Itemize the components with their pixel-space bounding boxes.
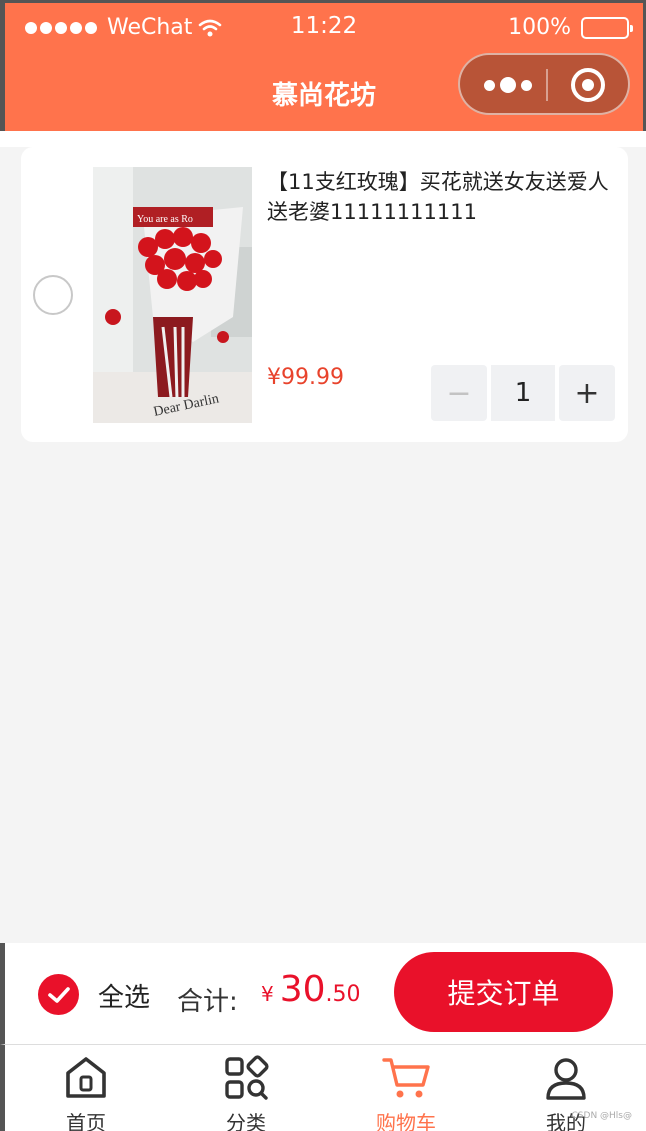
tab-bar: 首页 分类 购物车 我的 CSDN @Hls@ — [0, 1044, 646, 1131]
check-icon — [47, 986, 70, 1003]
decrease-button[interactable]: − — [431, 365, 487, 421]
total-integer: 30 — [279, 969, 326, 1010]
status-bar: WeChat 11:22 100% — [5, 3, 643, 51]
tab-cart[interactable]: 购物车 — [351, 1055, 461, 1131]
status-right: 100% — [508, 15, 633, 40]
tab-cart-label: 购物车 — [376, 1111, 436, 1131]
item-title[interactable]: 【11支红玫瑰】买花就送女友送爱人送老婆11111111111 — [267, 167, 612, 227]
tab-category[interactable]: 分类 — [191, 1055, 301, 1131]
capsule-divider — [546, 69, 548, 101]
item-price: ¥99.99 — [267, 365, 344, 390]
category-icon — [225, 1055, 269, 1100]
select-all-checkbox[interactable] — [38, 974, 79, 1015]
total-currency: ¥ — [261, 982, 274, 1006]
home-icon — [66, 1057, 106, 1098]
select-all-label[interactable]: 全选 — [98, 977, 150, 1014]
quantity-stepper: − 1 + — [431, 365, 615, 421]
battery-icon — [581, 16, 633, 39]
more-icon[interactable] — [484, 77, 532, 93]
user-icon — [546, 1058, 586, 1100]
watermark: CSDN @Hls@ — [571, 1111, 632, 1121]
total-amount: ¥ 30 .50 — [261, 969, 361, 1010]
cart-item-card: You are as Ro Dear Darlin 【11支红玫瑰】买花就送女友… — [21, 147, 628, 442]
total-decimal: .50 — [325, 982, 361, 1007]
item-select-radio[interactable] — [33, 275, 73, 315]
mini-program-capsule — [458, 53, 630, 115]
submit-order-button[interactable]: 提交订单 — [394, 952, 613, 1032]
header-divider — [0, 131, 646, 147]
top-bar: WeChat 11:22 100% 慕尚花坊 — [0, 0, 646, 131]
close-target-icon[interactable] — [571, 68, 605, 102]
checkout-bar: 全选 合计: ¥ 30 .50 提交订单 — [0, 943, 646, 1045]
image-text-top: You are as Ro — [137, 214, 193, 225]
increase-button[interactable]: + — [559, 365, 615, 421]
tab-category-label: 分类 — [226, 1111, 266, 1131]
product-image[interactable]: You are as Ro Dear Darlin — [93, 167, 252, 423]
battery-percent: 100% — [508, 15, 571, 40]
tab-home[interactable]: 首页 — [31, 1055, 141, 1131]
quantity-value[interactable]: 1 — [491, 365, 555, 421]
tab-home-label: 首页 — [66, 1111, 106, 1131]
total-label: 合计: — [177, 987, 238, 1017]
cart-icon — [382, 1058, 430, 1098]
